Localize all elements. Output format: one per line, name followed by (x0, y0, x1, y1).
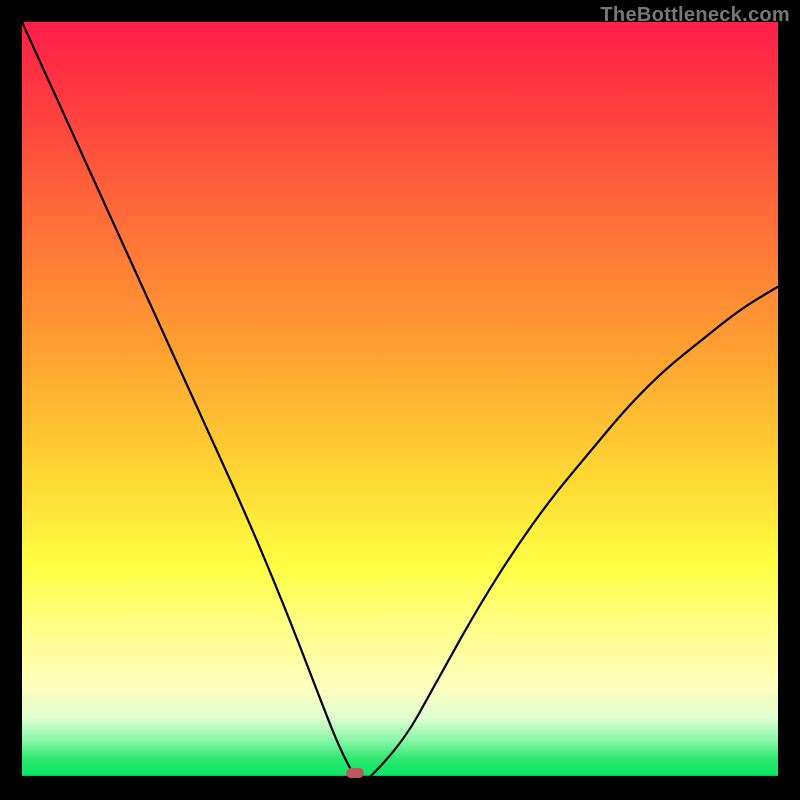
plot-area (22, 22, 778, 778)
bottleneck-curve (22, 22, 778, 777)
curve-svg (22, 22, 778, 778)
optimal-marker (346, 768, 364, 778)
watermark-text: TheBottleneck.com (600, 4, 790, 27)
